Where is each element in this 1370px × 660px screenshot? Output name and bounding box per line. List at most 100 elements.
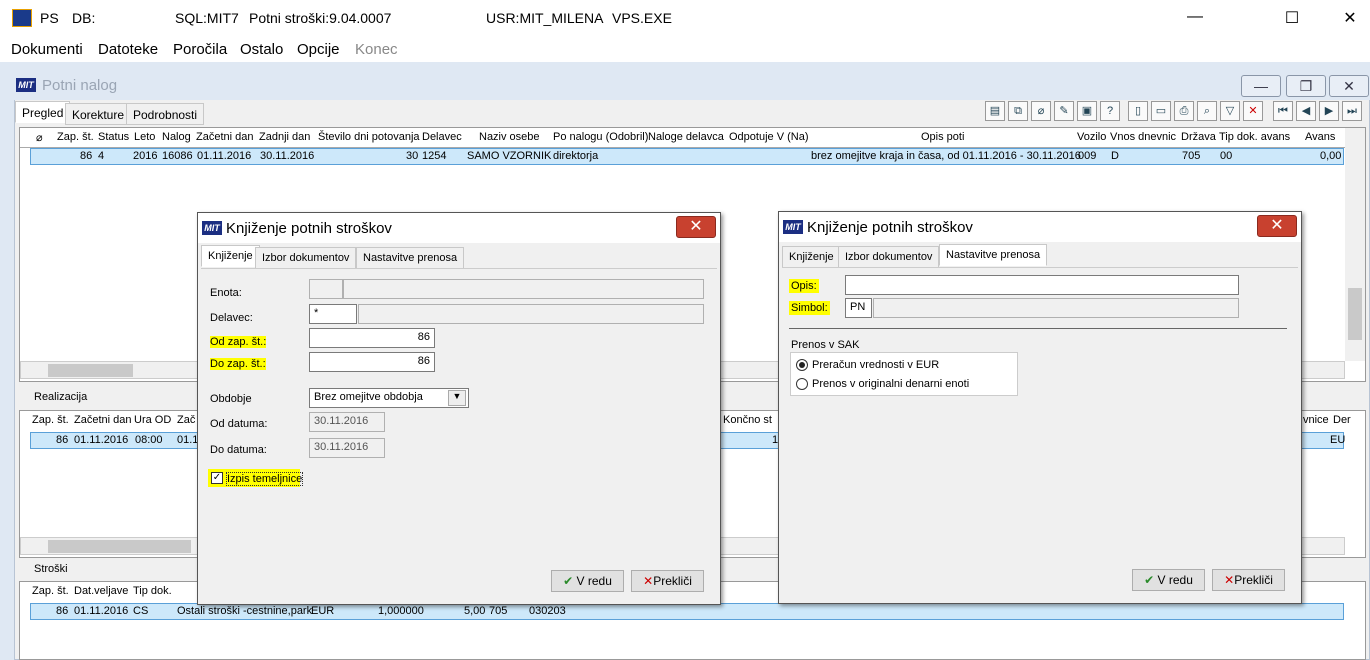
first-record-icon[interactable]: ⏮ (1273, 101, 1293, 121)
simbol-field[interactable]: PN (845, 298, 872, 318)
col-header[interactable]: Vnos dnevnic (1110, 131, 1176, 143)
window-close-icon[interactable]: ✕ (1329, 75, 1369, 97)
col-header[interactable]: Opis poti (921, 131, 964, 143)
mit-logo-icon: MIT (16, 78, 36, 92)
opis-field[interactable] (845, 275, 1239, 295)
check-icon: ✔ (563, 574, 574, 588)
simbol-label: Simbol: (789, 301, 830, 315)
close-icon[interactable]: ✕ (1330, 8, 1370, 30)
col-header[interactable]: Število dni potovanja (318, 131, 420, 143)
col-header[interactable]: Zap. št. (32, 414, 69, 426)
new-icon[interactable]: ▯ (1128, 101, 1148, 121)
cell: 030203 (529, 605, 566, 617)
col-header[interactable]: Leto (134, 131, 155, 143)
document-icon[interactable]: ▤ (985, 101, 1005, 121)
monitor-icon[interactable]: ▣ (1077, 101, 1097, 121)
opis-label: Opis: (789, 279, 819, 293)
dialog-titlebar: MIT Knjiženje potnih stroškov ✕ (779, 212, 1301, 242)
delavec-field[interactable]: * (309, 304, 357, 324)
tab-knjizenje[interactable]: Knjiženje (782, 246, 841, 268)
tab-izbor-dokumentov[interactable]: Izbor dokumentov (255, 247, 357, 269)
col-header[interactable]: Zač (177, 414, 195, 426)
col-header[interactable]: Tip dok. (133, 585, 172, 597)
filter-icon[interactable]: ▽ (1220, 101, 1240, 121)
dialog-close-icon[interactable]: ✕ (676, 216, 716, 238)
search-icon[interactable]: ⌕ (1197, 101, 1217, 121)
attach-col-icon: ⌀ (36, 132, 43, 144)
delete-icon[interactable]: ✕ (1243, 101, 1263, 121)
do-zap-field[interactable]: 86 (309, 352, 435, 372)
cancel-button[interactable]: ✕Prekliči (1212, 569, 1285, 591)
next-record-icon[interactable]: ▶ (1319, 101, 1339, 121)
minimize-icon[interactable]: — (1175, 8, 1215, 30)
col-header[interactable]: Naziv osebe (479, 131, 540, 143)
window-minimize-icon[interactable]: — (1241, 75, 1281, 97)
col-header[interactable]: Po nalogu (Odobril) (553, 131, 648, 143)
obdobje-select[interactable]: Brez omejitve obdobja ▼ (309, 388, 469, 408)
tab-podrobnosti[interactable]: Podrobnosti (126, 103, 205, 125)
menu-opcije[interactable]: Opcije (297, 41, 340, 58)
col-header[interactable]: Zap. št. (57, 131, 94, 143)
col-header[interactable]: Status (98, 131, 129, 143)
cell: direktorja (553, 150, 599, 162)
tab-nastavitve-prenosa[interactable]: Nastavitve prenosa (356, 247, 465, 269)
col-header[interactable]: Vozilo (1077, 131, 1106, 143)
attach-icon[interactable]: ⌀ (1031, 101, 1051, 121)
cell: 86 (80, 150, 93, 162)
radio-original[interactable] (796, 378, 808, 390)
od-datuma-field[interactable]: 30.11.2016 (309, 412, 385, 432)
sql-info: SQL:MIT7 (175, 10, 239, 26)
ok-button[interactable]: ✔ V redu (551, 570, 624, 592)
help-icon[interactable]: ? (1100, 101, 1120, 121)
ok-button[interactable]: ✔ V redu (1132, 569, 1205, 591)
col-header[interactable]: Začetni dan (196, 131, 253, 143)
do-datuma-field[interactable]: 30.11.2016 (309, 438, 385, 458)
dialog-close-icon[interactable]: ✕ (1257, 215, 1297, 237)
last-record-icon[interactable]: ⏭ (1342, 101, 1362, 121)
col-header[interactable]: Der (1333, 414, 1351, 426)
cell: EU (1330, 434, 1346, 446)
col-header[interactable]: Nalog (162, 131, 191, 143)
col-header[interactable]: Končno st (723, 414, 772, 426)
radio-eur[interactable] (796, 359, 808, 371)
tab-korekture[interactable]: Korekture (65, 103, 132, 125)
col-header[interactable]: Začetni dan (74, 414, 131, 426)
menu-porocila[interactable]: Poročila (173, 41, 227, 58)
tab-pregled[interactable]: Pregled (15, 101, 71, 123)
print-icon[interactable]: ⎙ (1174, 101, 1194, 121)
col-header[interactable]: Zap. št. (32, 585, 69, 597)
izpis-checkbox[interactable]: ✓ (211, 472, 223, 484)
dialog-title: Knjiženje potnih stroškov (226, 220, 392, 237)
col-header[interactable]: vnice (1303, 414, 1329, 426)
dialog-title: Knjiženje potnih stroškov (807, 219, 973, 236)
col-header[interactable]: Zadnji dan (259, 131, 310, 143)
menu-ostalo[interactable]: Ostalo (240, 41, 283, 58)
open-folder-icon[interactable]: ▭ (1151, 101, 1171, 121)
col-header[interactable]: Dat.veljave (74, 585, 128, 597)
tab-izbor-dokumentov[interactable]: Izbor dokumentov (838, 246, 940, 268)
menu-konec[interactable]: Konec (355, 41, 398, 58)
enota-code-field[interactable] (309, 279, 343, 299)
maximize-icon[interactable]: ☐ (1272, 8, 1312, 30)
vertical-scrollbar[interactable] (1345, 128, 1365, 361)
chevron-down-icon[interactable]: ▼ (448, 390, 466, 406)
col-header[interactable]: Ura OD (134, 414, 171, 426)
tab-nastavitve-prenosa[interactable]: Nastavitve prenosa (939, 244, 1048, 266)
col-header[interactable]: Odpotuje V (Na) (729, 131, 808, 143)
copy-icon[interactable]: ⧉ (1008, 101, 1028, 121)
col-header[interactable]: Avans (1305, 131, 1335, 143)
cell: 30 (406, 150, 419, 162)
menu-datoteke[interactable]: Datoteke (98, 41, 158, 58)
col-header[interactable]: Naloge delavca (648, 131, 724, 143)
menu-dokumenti[interactable]: Dokumenti (11, 41, 83, 58)
window-restore-icon[interactable]: ❐ (1286, 75, 1326, 97)
edit-icon[interactable]: ✎ (1054, 101, 1074, 121)
tab-knjizenje[interactable]: Knjiženje (201, 245, 260, 267)
col-header[interactable]: Tip dok. avans (1219, 131, 1290, 143)
cancel-button[interactable]: ✕Prekliči (631, 570, 704, 592)
od-zap-field[interactable]: 86 (309, 328, 435, 348)
col-header[interactable]: Država (1181, 131, 1216, 143)
cell: 4 (98, 150, 105, 162)
col-header[interactable]: Delavec (422, 131, 462, 143)
prev-record-icon[interactable]: ◀ (1296, 101, 1316, 121)
